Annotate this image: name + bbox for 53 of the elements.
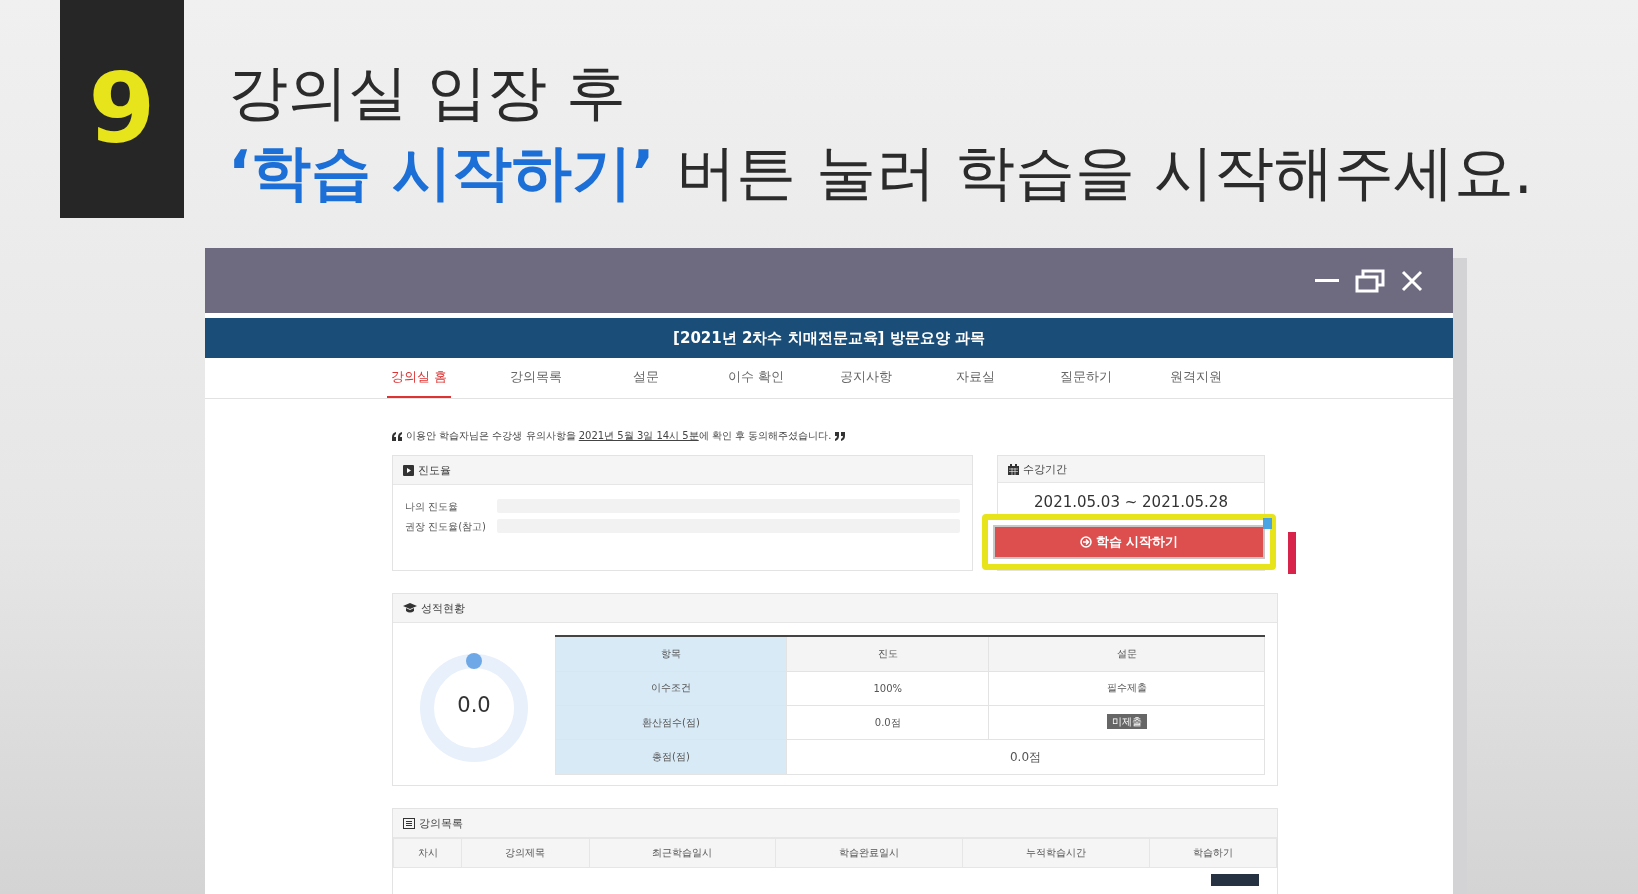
column-header: 누적학습시간: [962, 838, 1150, 868]
table-cell: 0.0점: [786, 740, 1265, 775]
score-value: 0.0: [456, 693, 492, 717]
highlight-text: ‘학습 시작하기’: [228, 136, 655, 209]
arrow-circle-icon: [1079, 536, 1092, 548]
progress-label: 나의 진도율: [405, 499, 460, 513]
column-header: 학습하기: [1149, 838, 1277, 868]
nav-tab[interactable]: 공지사항: [811, 358, 921, 398]
column-header: 진도: [786, 636, 989, 672]
column-header: 항목: [555, 636, 787, 672]
list-icon: [403, 817, 415, 829]
panel-title: 수강기간: [1023, 461, 1067, 477]
start-learning-button[interactable]: 학습 시작하기: [993, 525, 1265, 559]
notice-text: 이용안 학습자님은 수강생 유의사항을 2021년 5월 3일 14시 5분에 확인 후 동의해주셨습니다.: [406, 429, 832, 443]
play-square-icon: [403, 464, 414, 476]
status-badge: 미제출: [1106, 714, 1147, 730]
corner-marker: [1263, 518, 1272, 529]
table-cell: 0.0점: [786, 705, 989, 740]
progress-label: 권장 진도율(참고): [405, 519, 487, 533]
restore-icon[interactable]: [1355, 268, 1385, 293]
headline-text: 강의실 입장 후: [228, 56, 628, 129]
nav-tab[interactable]: 강의목록: [481, 358, 591, 398]
nav-tab[interactable]: 설문: [591, 358, 701, 398]
table-cell: 환산점수(점): [555, 705, 787, 740]
nav-tab[interactable]: 질문하기: [1031, 358, 1141, 398]
table-cell: 100%: [786, 671, 989, 706]
column-header: 강의제목: [461, 838, 590, 868]
nav-tab[interactable]: 강의실 홈: [387, 358, 451, 398]
panel-title: 강의목록: [419, 815, 463, 831]
column-header: 학습완료일시: [775, 838, 963, 868]
close-icon[interactable]: [1401, 269, 1423, 292]
date-link[interactable]: 2021년 5월 3일 14시 5분: [578, 430, 699, 441]
nav-tab[interactable]: 원격지원: [1141, 358, 1251, 398]
column-header: 최근학습일시: [589, 838, 776, 868]
nav-tab[interactable]: 이수 확인: [701, 358, 811, 398]
step-number: 9: [60, 0, 184, 218]
minimize-icon[interactable]: [1315, 278, 1339, 283]
period-dates: 2021.05.03 ~ 2021.05.28: [1033, 492, 1229, 512]
table-cell: 총점(점): [555, 740, 787, 775]
headline-text: 버튼 눌러 학습을 시작해주세요.: [676, 136, 1533, 209]
column-header: 차시: [393, 838, 462, 868]
nav-tab[interactable]: 자료실: [921, 358, 1031, 398]
panel-title: 진도율: [418, 462, 451, 478]
course-title: [2021년 2차수 치매전문교육] 방문요양 과목: [205, 318, 1453, 358]
calendar-icon: [1008, 463, 1019, 475]
panel-title: 성적현황: [421, 600, 465, 616]
graduation-cap-icon: [403, 603, 417, 613]
column-header: 설문: [988, 636, 1265, 672]
table-cell: 필수제출: [988, 671, 1265, 706]
quote-icon: [834, 431, 846, 441]
side-marker: [1288, 532, 1296, 574]
quote-icon: [392, 431, 403, 441]
table-cell: 이수조건: [555, 671, 787, 706]
